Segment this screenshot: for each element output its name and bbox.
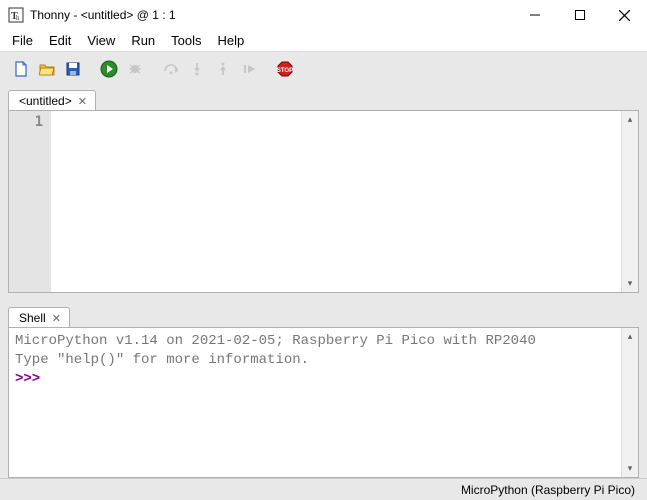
shell-prompt: >>>: [15, 371, 40, 387]
stop-icon[interactable]: STOP: [274, 58, 296, 80]
run-icon[interactable]: [98, 58, 120, 80]
interpreter-label[interactable]: MicroPython (Raspberry Pi Pico): [461, 483, 635, 497]
shell-tab-strip: Shell ✕: [8, 303, 639, 327]
titlebar: T h Thonny - <untitled> @ 1 : 1: [0, 0, 647, 30]
shell-panel: MicroPython v1.14 on 2021-02-05; Raspber…: [8, 327, 639, 478]
main-area: <untitled> ✕ 1 ▴ ▾ Shell ✕ MicroPython v…: [0, 86, 647, 478]
menu-file[interactable]: File: [4, 31, 41, 50]
scroll-up-icon[interactable]: ▴: [622, 328, 638, 345]
line-number: 1: [9, 114, 43, 130]
scroll-down-icon[interactable]: ▾: [622, 275, 638, 292]
statusbar: MicroPython (Raspberry Pi Pico): [0, 478, 647, 500]
shell-tab-label: Shell: [19, 311, 46, 325]
close-icon[interactable]: ✕: [50, 312, 63, 325]
shell-line: MicroPython v1.14 on 2021-02-05; Raspber…: [15, 333, 536, 349]
editor-tab-label: <untitled>: [19, 94, 72, 108]
debug-icon[interactable]: [124, 58, 146, 80]
save-icon[interactable]: [62, 58, 84, 80]
step-over-icon[interactable]: [160, 58, 182, 80]
svg-text:STOP: STOP: [277, 68, 293, 74]
line-number-gutter: 1: [9, 111, 51, 292]
window-title: Thonny - <untitled> @ 1 : 1: [30, 8, 176, 22]
editor-tab-strip: <untitled> ✕: [8, 86, 639, 110]
menu-edit[interactable]: Edit: [41, 31, 79, 50]
editor-scrollbar[interactable]: ▴ ▾: [621, 111, 638, 292]
shell-output[interactable]: MicroPython v1.14 on 2021-02-05; Raspber…: [9, 328, 621, 477]
menu-view[interactable]: View: [79, 31, 123, 50]
resume-icon[interactable]: [238, 58, 260, 80]
editor-tab[interactable]: <untitled> ✕: [8, 90, 96, 111]
scroll-down-icon[interactable]: ▾: [622, 460, 638, 477]
shell-tab[interactable]: Shell ✕: [8, 307, 70, 328]
close-icon[interactable]: ✕: [76, 95, 89, 108]
close-button[interactable]: [602, 0, 647, 30]
shell-line: Type "help()" for more information.: [15, 352, 309, 368]
editor-panel: 1 ▴ ▾: [8, 110, 639, 293]
menu-tools[interactable]: Tools: [163, 31, 209, 50]
app-icon: T h: [8, 7, 24, 23]
toolbar: STOP: [0, 52, 647, 86]
editor-textarea[interactable]: [51, 111, 621, 292]
menu-help[interactable]: Help: [210, 31, 253, 50]
minimize-button[interactable]: [512, 0, 557, 30]
maximize-button[interactable]: [557, 0, 602, 30]
shell-scrollbar[interactable]: ▴ ▾: [621, 328, 638, 477]
svg-text:h: h: [16, 14, 20, 22]
scroll-up-icon[interactable]: ▴: [622, 111, 638, 128]
step-out-icon[interactable]: [212, 58, 234, 80]
menubar: File Edit View Run Tools Help: [0, 30, 647, 52]
menu-run[interactable]: Run: [123, 31, 163, 50]
open-file-icon[interactable]: [36, 58, 58, 80]
new-file-icon[interactable]: [10, 58, 32, 80]
step-into-icon[interactable]: [186, 58, 208, 80]
